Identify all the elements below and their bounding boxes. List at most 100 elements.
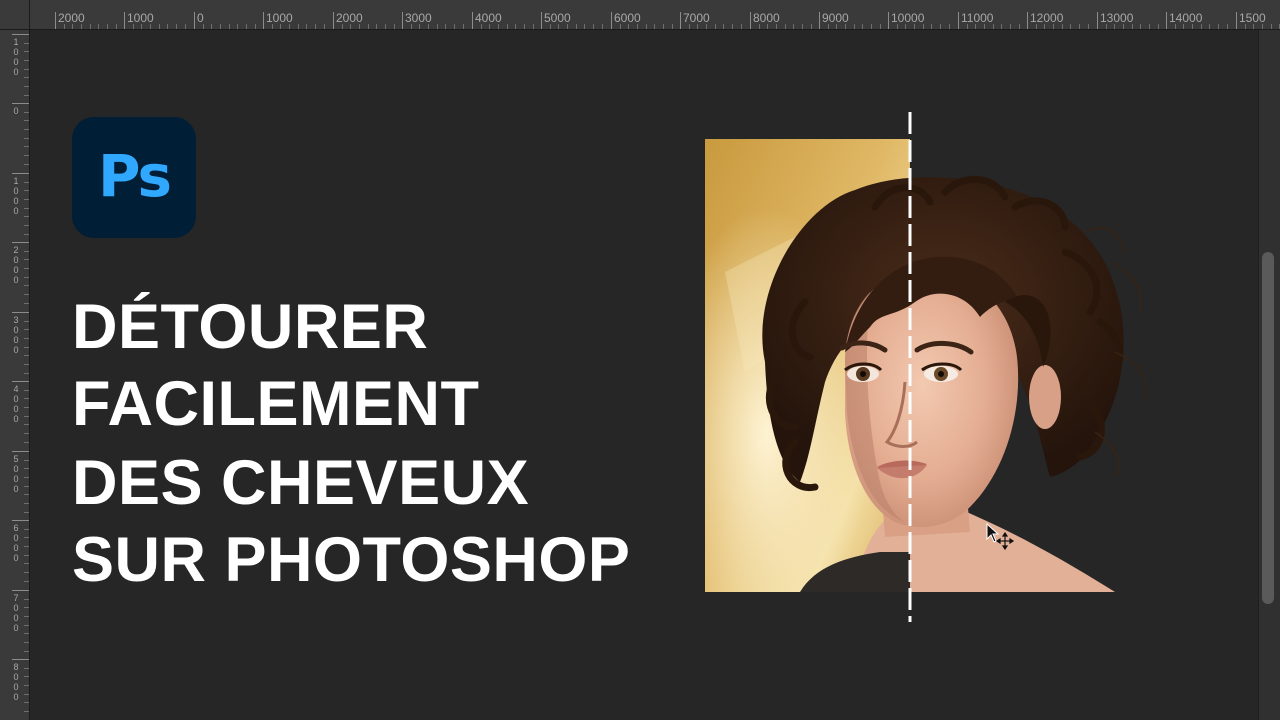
ruler-h-tick xyxy=(333,12,334,29)
ruler-v-minor-tick xyxy=(24,494,29,495)
ruler-v-minor-tick xyxy=(24,468,29,469)
ruler-h-minor-tick xyxy=(272,24,273,29)
ruler-h-tick xyxy=(750,12,751,29)
ruler-h-minor-tick xyxy=(1183,24,1184,29)
ruler-h-minor-tick xyxy=(785,24,786,29)
ruler-h-minor-tick xyxy=(584,24,585,29)
ruler-h-minor-tick xyxy=(602,24,603,29)
portrait-comparison-image[interactable] xyxy=(705,112,1155,622)
ruler-v-label: 1000 xyxy=(13,37,19,77)
ruler-v-minor-tick xyxy=(24,433,29,434)
ruler-h-minor-tick xyxy=(1218,24,1219,29)
ruler-h-minor-tick xyxy=(993,24,994,29)
ruler-h-label: 11000 xyxy=(961,11,994,25)
ruler-origin[interactable] xyxy=(0,0,30,30)
ruler-h-minor-tick xyxy=(1158,24,1159,29)
ruler-v-minor-tick xyxy=(24,529,29,530)
ruler-h-tick xyxy=(1236,12,1237,29)
ruler-h-minor-tick xyxy=(211,24,212,29)
ruler-h-minor-tick xyxy=(220,24,221,29)
ruler-h-minor-tick xyxy=(298,24,299,29)
ruler-h-tick xyxy=(124,12,125,29)
ruler-v-minor-tick xyxy=(24,77,29,78)
ruler-h-minor-tick xyxy=(1010,24,1011,29)
ruler-h-minor-tick xyxy=(1070,24,1071,29)
ruler-v-minor-tick xyxy=(24,460,29,461)
ruler-v-minor-tick xyxy=(24,685,29,686)
ruler-v-minor-tick xyxy=(24,164,29,165)
ruler-h-minor-tick xyxy=(385,24,386,29)
ruler-v-minor-tick xyxy=(24,329,29,330)
ruler-h-minor-tick xyxy=(759,24,760,29)
ruler-v-minor-tick xyxy=(24,512,29,513)
ruler-h-minor-tick xyxy=(663,24,664,29)
ruler-v-minor-tick xyxy=(24,251,29,252)
ruler-h-label: 0 xyxy=(197,11,204,25)
ruler-h-label: 13000 xyxy=(1100,11,1134,25)
ruler-h-label: 1000 xyxy=(266,11,293,25)
ruler-h-minor-tick xyxy=(776,24,777,29)
ruler-v-minor-tick xyxy=(24,625,29,626)
ruler-h-minor-tick xyxy=(550,24,551,29)
ruler-h-minor-tick xyxy=(558,24,559,29)
ruler-h-minor-tick xyxy=(533,24,534,29)
ruler-h-minor-tick xyxy=(1079,24,1080,29)
ruler-h-minor-tick xyxy=(871,24,872,29)
ruler-h-minor-tick xyxy=(376,24,377,29)
ruler-h-tick xyxy=(888,12,889,29)
ruler-h-minor-tick xyxy=(862,24,863,29)
ruler-v-minor-tick xyxy=(24,651,29,652)
ruler-v-minor-tick xyxy=(24,155,29,156)
ruler-h-minor-tick xyxy=(1245,24,1246,29)
ruler-v-minor-tick xyxy=(24,442,29,443)
ruler-v-minor-tick xyxy=(24,51,29,52)
photoshop-logo-text: Ps xyxy=(97,141,172,210)
ruler-v-minor-tick xyxy=(24,138,29,139)
ruler-h-minor-tick xyxy=(394,24,395,29)
ruler-v-tick xyxy=(12,173,29,174)
ruler-h-minor-tick xyxy=(150,24,151,29)
ruler-h-minor-tick xyxy=(498,24,499,29)
ruler-v-minor-tick xyxy=(24,702,29,703)
ruler-h-minor-tick xyxy=(984,24,985,29)
ruler-h-tick xyxy=(194,12,195,29)
ruler-v-label: 0 xyxy=(13,106,19,116)
ruler-h-minor-tick xyxy=(637,24,638,29)
ruler-v-tick xyxy=(12,34,29,35)
ruler-v-minor-tick xyxy=(24,416,29,417)
ruler-h-minor-tick xyxy=(481,24,482,29)
ruler-v-minor-tick xyxy=(24,398,29,399)
ruler-h-minor-tick xyxy=(359,24,360,29)
ruler-v-minor-tick xyxy=(24,390,29,391)
horizontal-ruler[interactable]: 2000 1000 0 1000 2000 3000 4000 5000 6000 7000 800… xyxy=(0,0,1280,30)
ruler-h-minor-tick xyxy=(72,24,73,29)
vertical-ruler[interactable]: 1000 0 1000 2000 3000 4000 5000 6000 7000 8000 xyxy=(0,30,30,720)
ruler-h-minor-tick xyxy=(1044,24,1045,29)
ruler-h-label: 6000 xyxy=(614,11,641,25)
ruler-v-minor-tick xyxy=(24,503,29,504)
ruler-v-minor-tick xyxy=(24,607,29,608)
ruler-v-minor-tick xyxy=(24,146,29,147)
ruler-h-minor-tick xyxy=(90,24,91,29)
ruler-h-minor-tick xyxy=(324,24,325,29)
ruler-v-minor-tick xyxy=(24,182,29,183)
ruler-h-minor-tick xyxy=(255,24,256,29)
ruler-h-minor-tick xyxy=(489,24,490,29)
ruler-v-minor-tick xyxy=(24,294,29,295)
ruler-h-tick xyxy=(472,12,473,29)
ruler-h-minor-tick xyxy=(116,24,117,29)
ruler-h-minor-tick xyxy=(280,24,281,29)
ruler-h-minor-tick xyxy=(185,24,186,29)
ruler-h-minor-tick xyxy=(107,24,108,29)
ruler-h-tick xyxy=(680,12,681,29)
ruler-h-minor-tick xyxy=(975,24,976,29)
ruler-v-tick xyxy=(12,520,29,521)
ruler-h-minor-tick xyxy=(1106,24,1107,29)
ruler-v-minor-tick xyxy=(24,321,29,322)
title-line-4: SUR PHOTOSHOP xyxy=(72,525,631,595)
ruler-v-minor-tick xyxy=(24,338,29,339)
ruler-v-minor-tick xyxy=(24,234,29,235)
ruler-h-label: 5000 xyxy=(544,11,571,25)
ruler-h-tick xyxy=(55,12,56,29)
vertical-scrollbar-thumb[interactable] xyxy=(1262,252,1274,604)
